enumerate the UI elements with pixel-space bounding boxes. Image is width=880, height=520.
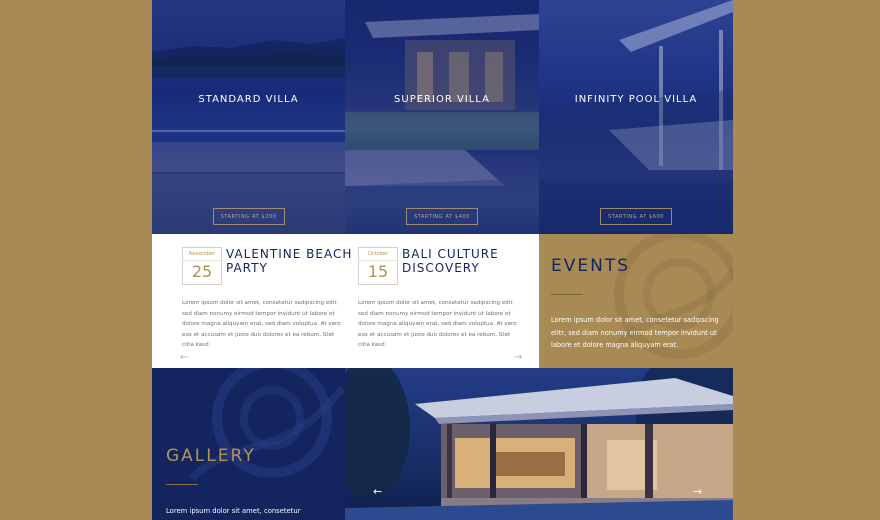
event-day: 15	[367, 262, 389, 281]
event-day: 25	[191, 262, 213, 281]
villa-photo-infinity	[539, 0, 733, 234]
event-title[interactable]: BALI CULTURE DISCOVERY	[402, 247, 532, 275]
event-month: October	[359, 248, 397, 261]
events-list: November 25 VALENTINE BEACH PARTY Lorem …	[152, 234, 539, 368]
gallery-description: Lorem ipsum dolor sit amet, consetetur	[166, 507, 301, 515]
villa-title: INFINITY POOL VILLA	[574, 94, 698, 105]
events-next-arrow-icon[interactable]: →	[514, 353, 522, 363]
gallery-panel: GALLERY Lorem ipsum dolor sit amet, cons…	[152, 368, 345, 520]
gallery-divider	[166, 484, 198, 485]
gallery-heading: GALLERY	[166, 446, 256, 466]
villa-card-standard[interactable]: STANDARD VILLA STARTING AT $200	[152, 0, 345, 234]
villa-price-button[interactable]: STARTING AT $600	[600, 208, 672, 225]
villa-title: STANDARD VILLA	[198, 94, 299, 105]
event-title[interactable]: VALENTINE BEACH PARTY	[226, 247, 356, 275]
event-date: November 25	[182, 247, 222, 285]
event-month: November	[183, 248, 221, 261]
villa-card-superior[interactable]: SUPERIOR VILLA STARTING AT $400	[345, 0, 539, 234]
events-description: Lorem ipsum dolor sit amet, consetetur s…	[551, 316, 719, 349]
villa-card-infinity[interactable]: INFINITY POOL VILLA STARTING AT $600	[539, 0, 733, 234]
event-description: Lorem ipsum dolor sit amet, consetetur s…	[182, 300, 341, 348]
event-date: October 15	[358, 247, 398, 285]
gallery-slider[interactable]: ← →	[345, 368, 733, 520]
villa-price-button[interactable]: STARTING AT $200	[212, 208, 285, 225]
event-description: Lorem ipsum dolor sit amet, consetetur s…	[358, 300, 517, 348]
villa-photo-superior	[345, 14, 539, 234]
gallery-photo	[345, 368, 733, 520]
ornament-pattern-icon	[189, 368, 345, 481]
events-heading: EVENTS	[551, 256, 631, 276]
page-frame: STANDARD VILLA STARTING AT $200 SUPERIOR…	[152, 0, 733, 520]
gallery-next-arrow-icon[interactable]: →	[693, 486, 702, 497]
events-divider	[551, 294, 583, 295]
events-panel: EVENTS Lorem ipsum dolor sit amet, conse…	[539, 234, 733, 368]
gallery-prev-arrow-icon[interactable]: ←	[373, 486, 382, 497]
events-prev-arrow-icon[interactable]: ←	[180, 353, 188, 363]
villa-photo-standard	[152, 38, 345, 234]
villa-price-button[interactable]: STARTING AT $400	[406, 208, 478, 225]
villa-title: SUPERIOR VILLA	[394, 94, 490, 105]
